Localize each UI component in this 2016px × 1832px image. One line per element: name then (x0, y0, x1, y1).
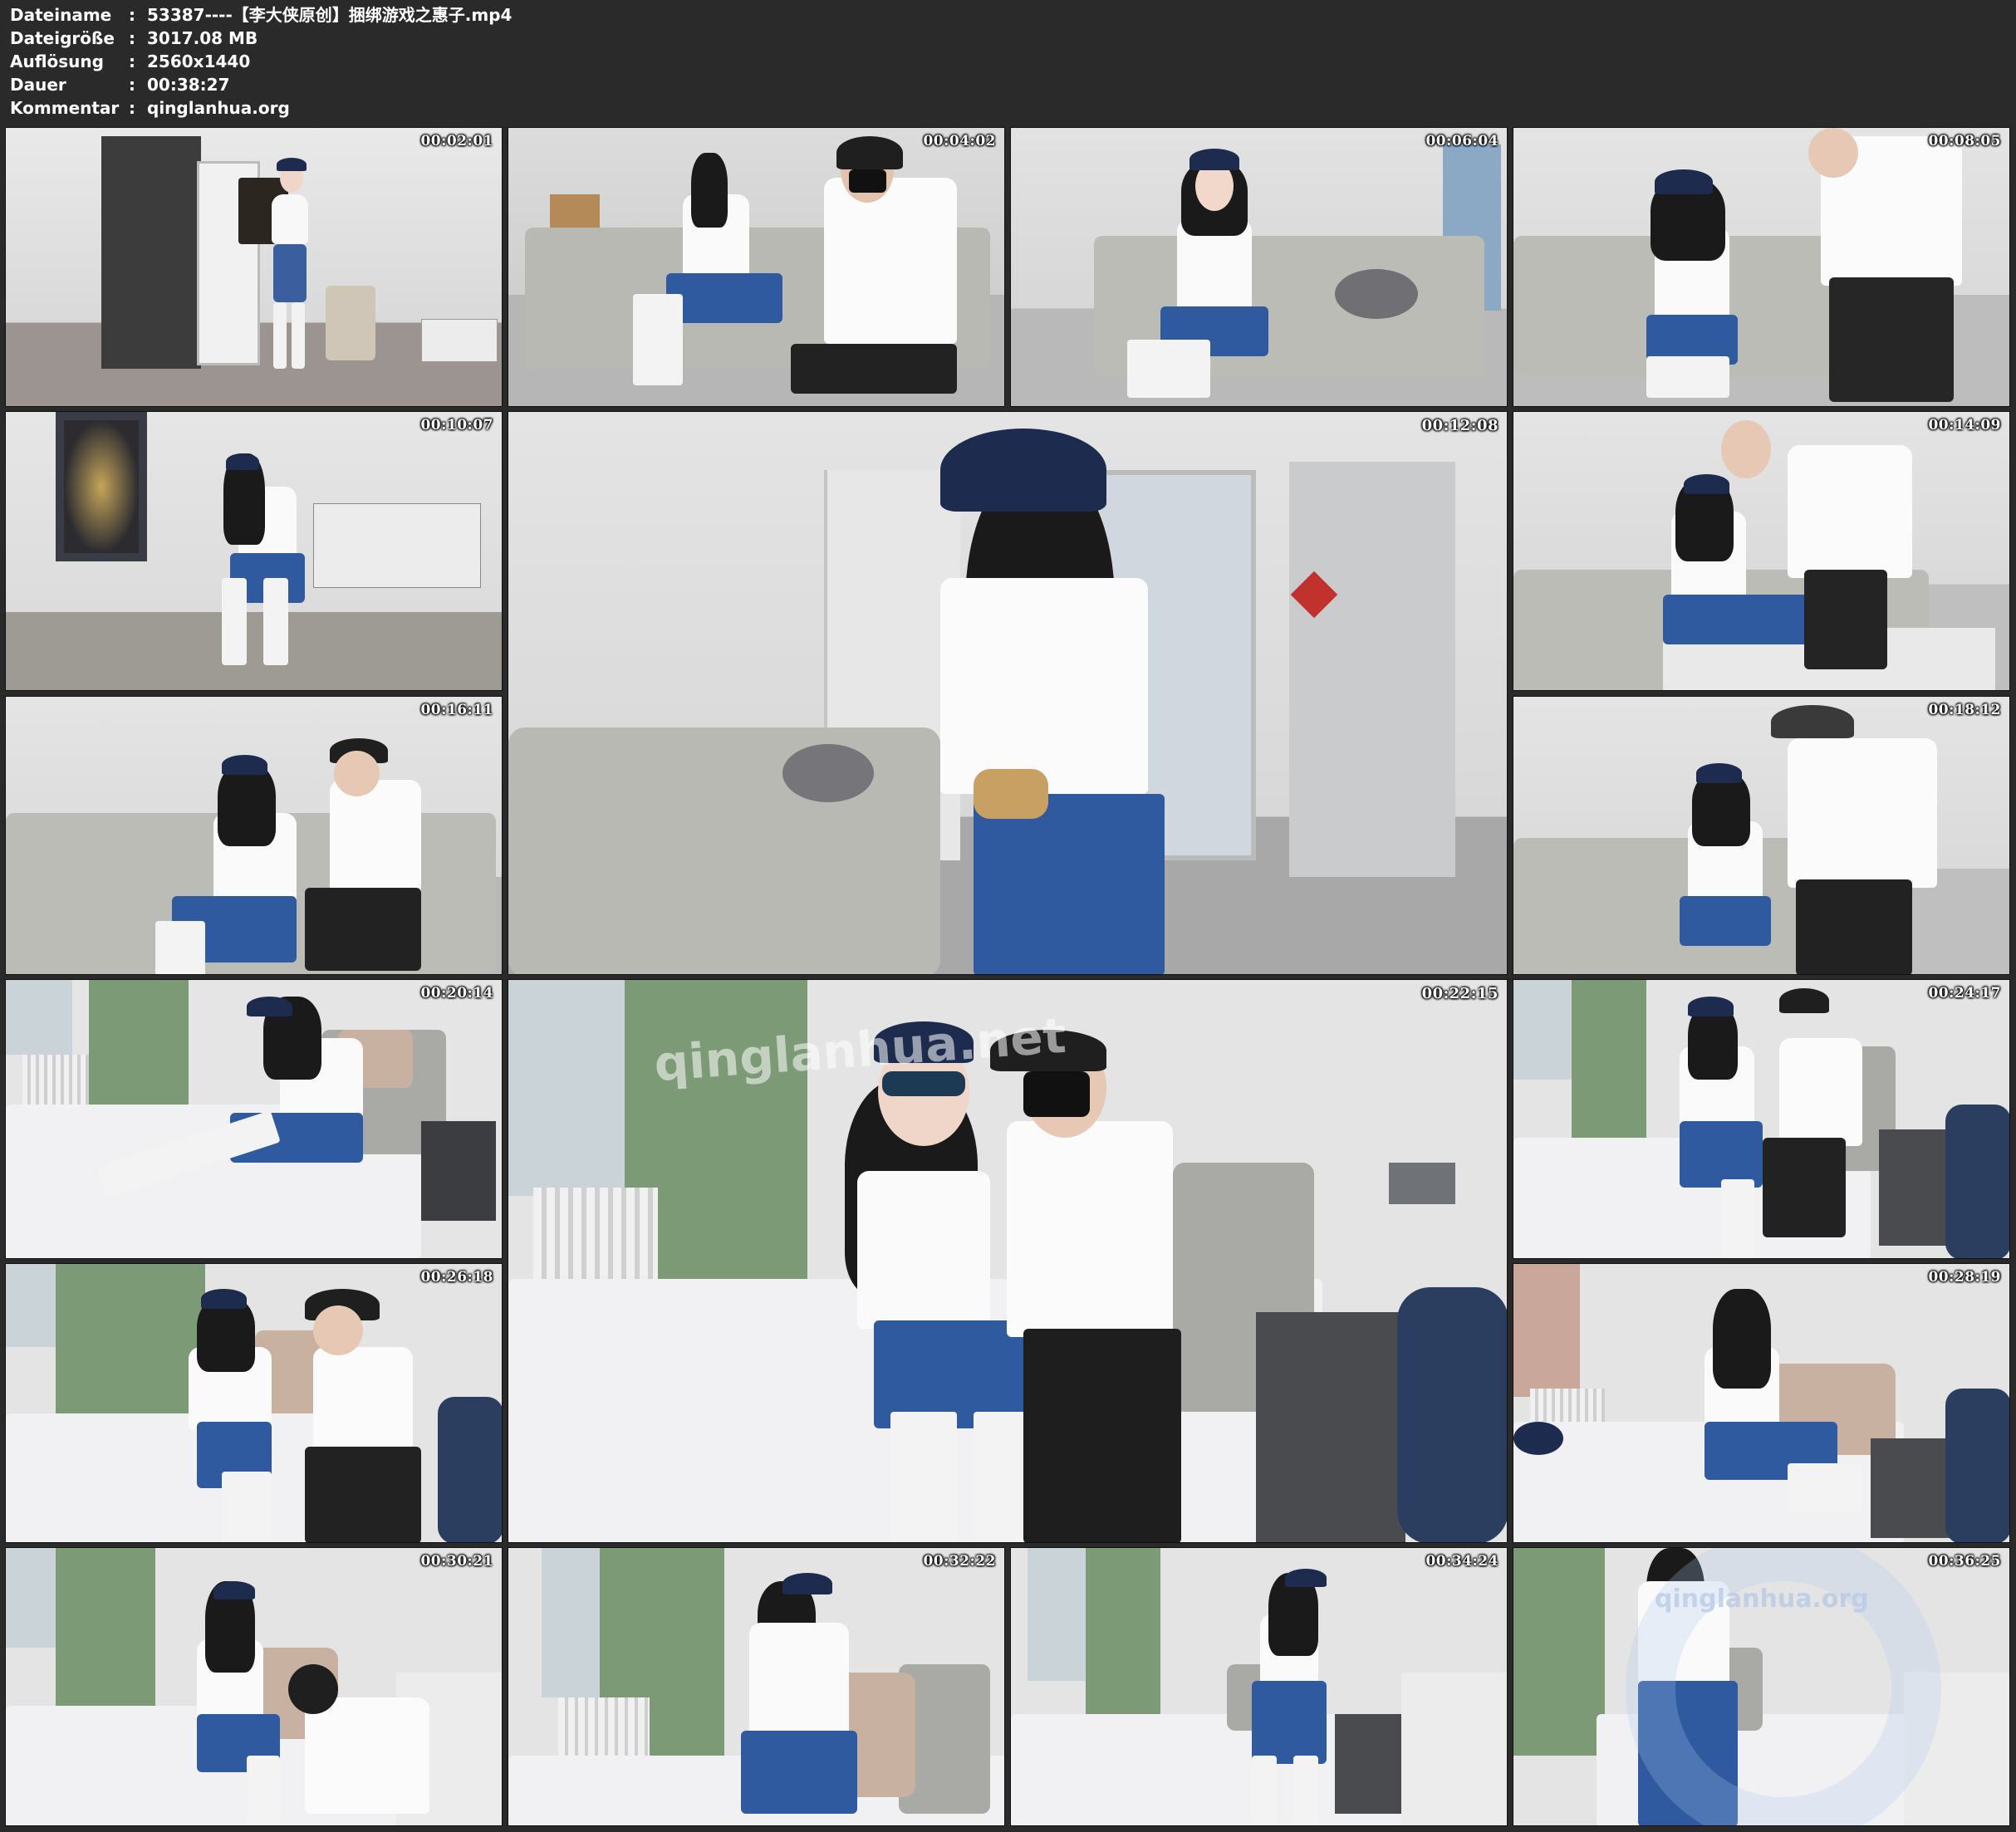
thumbnail-frame[interactable]: 00:20:14 (5, 979, 503, 1259)
thumbnail-timestamp: 00:26:18 (420, 1269, 493, 1286)
meta-separator: : (129, 98, 135, 118)
thumbnail-timestamp: 00:36:25 (1928, 1553, 2001, 1570)
meta-separator: : (129, 5, 135, 25)
scene-sofa-tying (508, 128, 1004, 406)
thumbnail-timestamp: 00:06:04 (1425, 133, 1499, 149)
scene-sofa-gag-check (1513, 412, 2009, 690)
thumbnail-frame[interactable]: qinglanhua.org 00:36:25 (1513, 1547, 2010, 1826)
meta-label: Kommentar (10, 98, 120, 118)
thumbnail-timestamp: 00:12:08 (1421, 417, 1499, 434)
thumbnail-frame[interactable]: 00:26:18 (5, 1263, 503, 1543)
scene-hands-tied-back (508, 412, 1507, 974)
file-info-header: Dateiname : 53387----【李大侠原创】捆绑游戏之惠子.mp4 … (0, 0, 2016, 125)
meta-separator: : (129, 75, 135, 95)
thumbnail-timestamp: 00:10:07 (420, 417, 493, 434)
meta-value-comment: qinglanhua.org (147, 98, 290, 118)
thumbnail-timestamp: 00:14:09 (1928, 417, 2001, 434)
meta-label: Auflösung (10, 51, 104, 71)
thumbnail-frame[interactable]: 00:18:12 (1513, 696, 2010, 975)
scene-bed-untying (6, 1264, 502, 1542)
thumbnail-timestamp: 00:18:12 (1928, 702, 2001, 718)
thumbnail-frame[interactable]: 00:28:19 (1513, 1263, 2010, 1543)
thumbnail-frame[interactable]: 00:16:11 (5, 696, 503, 975)
meta-separator: : (129, 51, 135, 71)
thumbnail-frame[interactable]: 00:10:07 (5, 411, 503, 691)
meta-label: Dateigröße (10, 28, 115, 48)
thumbnail-timestamp: 00:08:05 (1928, 133, 2001, 149)
scene-sofa-seated (1011, 128, 1507, 406)
thumbnail-timestamp: 00:34:24 (1425, 1553, 1499, 1570)
thumbnail-timestamp: 00:16:11 (420, 702, 493, 718)
meta-label: Dauer (10, 75, 66, 95)
thumbnail-frame-large[interactable]: qinglanhua.net 00:22:15 (508, 979, 1508, 1543)
thumbnail-frame-large[interactable]: 00:12:08 (508, 411, 1508, 975)
thumbnail-frame[interactable]: 00:24:17 (1513, 979, 2010, 1259)
thumbnail-frame[interactable]: 00:32:22 (508, 1547, 1005, 1826)
scene-sofa-adjusting (6, 697, 502, 974)
thumbnail-timestamp: 00:24:17 (1928, 985, 2001, 1002)
scene-sofa-ungagging (1513, 697, 2009, 974)
scene-bed-back-view (508, 1548, 1004, 1825)
thumbnail-timestamp: 00:28:19 (1928, 1269, 2001, 1286)
meta-value-duration: 00:38:27 (147, 75, 230, 95)
thumbnail-timestamp: 00:02:01 (420, 133, 493, 149)
scene-bed-struggling (1513, 1264, 2009, 1542)
thumbnail-frame[interactable]: 00:06:04 (1010, 127, 1508, 407)
thumbnail-frame[interactable]: 00:04:02 (508, 127, 1005, 407)
thumbnail-frame[interactable]: 00:30:21 (5, 1547, 503, 1826)
thumbnail-timestamp: 00:04:02 (923, 133, 996, 149)
thumbnail-timestamp: 00:32:22 (923, 1553, 996, 1570)
meta-value-filename: 53387----【李大侠原创】捆绑游戏之惠子.mp4 (147, 5, 513, 25)
thumbnail-frame[interactable]: 00:14:09 (1513, 411, 2010, 691)
scene-chair-seated (6, 412, 502, 690)
scene-bedroom-standing (1011, 1548, 1507, 1825)
scene-living-room-standing (6, 128, 502, 406)
scene-bed-seated (6, 980, 502, 1258)
thumbnail-timestamp: 00:30:21 (420, 1553, 493, 1570)
watermark-text: qinglanhua.org (1655, 1585, 1869, 1614)
meta-value-filesize: 3017.08 MB (147, 28, 258, 48)
meta-value-resolution: 2560x1440 (147, 51, 251, 71)
scene-bed-seated-man-kneeling (6, 1548, 502, 1825)
scene-bed-tying (1513, 980, 2009, 1258)
thumbnail-frame[interactable]: 00:02:01 (5, 127, 503, 407)
meta-label: Dateiname (10, 5, 112, 25)
scene-sofa-gagging (1513, 128, 2009, 406)
thumbnail-timestamp: 00:20:14 (420, 985, 493, 1002)
thumbnail-frame[interactable]: 00:08:05 (1513, 127, 2010, 407)
thumbnail-frame[interactable]: 00:34:24 (1010, 1547, 1508, 1826)
thumbnail-timestamp: 00:22:15 (1421, 985, 1499, 1002)
meta-separator: : (129, 28, 135, 48)
